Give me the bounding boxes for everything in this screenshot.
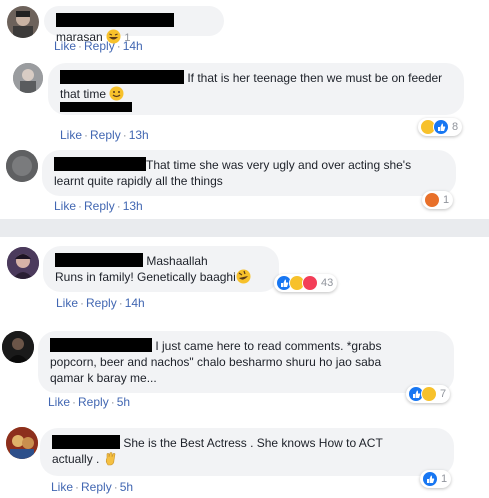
avatar[interactable] bbox=[7, 6, 39, 38]
reaction-summary[interactable]: 43 bbox=[274, 274, 338, 292]
comment-text-line-1: Mashaallah bbox=[146, 254, 208, 268]
redacted-author-name bbox=[50, 338, 152, 352]
comment-text-line-1: She is the Best Actress . She knows How … bbox=[123, 436, 383, 450]
reply-link[interactable]: Reply bbox=[81, 480, 112, 494]
like-icon bbox=[433, 119, 449, 135]
comment-bubble: marasan 1 bbox=[44, 6, 224, 44]
redacted-text bbox=[60, 102, 132, 112]
reaction-count: 1 bbox=[443, 194, 450, 206]
timestamp[interactable]: 14h bbox=[123, 39, 143, 53]
reaction-count: 7 bbox=[440, 388, 447, 400]
reaction-summary[interactable]: 1 bbox=[420, 470, 452, 488]
reaction-summary[interactable]: 7 bbox=[406, 385, 451, 403]
comment-text-line-2: popcorn, beer and nachos" chalo besharmo… bbox=[50, 355, 382, 369]
like-link[interactable]: Like bbox=[48, 395, 70, 409]
avatar[interactable] bbox=[2, 331, 34, 363]
comment-thread-2: Mashaallah Runs in family! Genetically b… bbox=[0, 237, 489, 498]
reaction-count: 1 bbox=[441, 473, 448, 485]
reaction-summary[interactable]: 8 bbox=[418, 118, 463, 136]
avatar[interactable] bbox=[6, 150, 38, 182]
comment-meta: Like · Reply · 14h bbox=[56, 296, 145, 310]
like-link[interactable]: Like bbox=[60, 128, 82, 142]
avatar[interactable] bbox=[7, 247, 39, 279]
like-link[interactable]: Like bbox=[51, 480, 73, 494]
timestamp[interactable]: 5h bbox=[120, 480, 133, 494]
reply-link[interactable]: Reply bbox=[84, 199, 115, 213]
comment-text-line-2: actually . bbox=[52, 452, 100, 466]
comment-text-line-1: I just came here to read comments. *grab… bbox=[155, 339, 382, 353]
comment-bubble: Mashaallah Runs in family! Genetically b… bbox=[43, 246, 279, 292]
comment-text-line-3: qamar k baray me... bbox=[50, 371, 157, 385]
comment-thread-1: marasan 1 Like · Reply · 14h If that is her … bbox=[0, 0, 489, 219]
like-link[interactable]: Like bbox=[54, 39, 76, 53]
redacted-author-name bbox=[52, 435, 120, 449]
comment-meta: Like · Reply · 5h bbox=[48, 395, 131, 409]
love-icon bbox=[302, 275, 318, 291]
redacted-author-name bbox=[55, 253, 143, 267]
reaction-count: 43 bbox=[321, 277, 334, 289]
redacted-author-name bbox=[54, 157, 146, 171]
reply-link[interactable]: Reply bbox=[84, 39, 115, 53]
avatar[interactable] bbox=[13, 63, 43, 93]
comment-meta: Like · Reply · 5h bbox=[51, 480, 134, 494]
redacted-author-name bbox=[60, 70, 184, 84]
comment-bubble: That time she was very ugly and over act… bbox=[42, 150, 456, 196]
comment-bubble: She is the Best Actress . She knows How … bbox=[40, 428, 454, 476]
reaction-count: 8 bbox=[452, 121, 459, 133]
timestamp[interactable]: 14h bbox=[125, 296, 145, 310]
reaction-summary[interactable]: 1 bbox=[422, 191, 454, 209]
redacted-author-name bbox=[56, 13, 174, 27]
reply-link[interactable]: Reply bbox=[78, 395, 109, 409]
comment-meta: Like · Reply · 13h bbox=[60, 128, 149, 142]
smile-emoji-icon bbox=[109, 86, 124, 101]
reply-link[interactable]: Reply bbox=[86, 296, 117, 310]
timestamp[interactable]: 13h bbox=[123, 199, 143, 213]
reply-link[interactable]: Reply bbox=[90, 128, 121, 142]
timestamp[interactable]: 5h bbox=[117, 395, 130, 409]
comment-bubble: I just came here to read comments. *grab… bbox=[38, 331, 454, 393]
ok-hand-emoji-icon bbox=[103, 451, 118, 466]
like-link[interactable]: Like bbox=[54, 199, 76, 213]
rofl-emoji-icon bbox=[236, 269, 251, 284]
angry-icon bbox=[424, 192, 440, 208]
thread-separator bbox=[0, 219, 489, 237]
comment-meta: Like · Reply · 13h bbox=[54, 199, 143, 213]
avatar[interactable] bbox=[6, 427, 38, 459]
comment-meta: Like · Reply · 14h bbox=[54, 39, 143, 53]
haha-icon bbox=[421, 386, 437, 402]
like-icon bbox=[422, 471, 438, 487]
comment-text-line-2: Runs in family! Genetically baaghi bbox=[55, 270, 236, 284]
timestamp[interactable]: 13h bbox=[129, 128, 149, 142]
like-link[interactable]: Like bbox=[56, 296, 78, 310]
